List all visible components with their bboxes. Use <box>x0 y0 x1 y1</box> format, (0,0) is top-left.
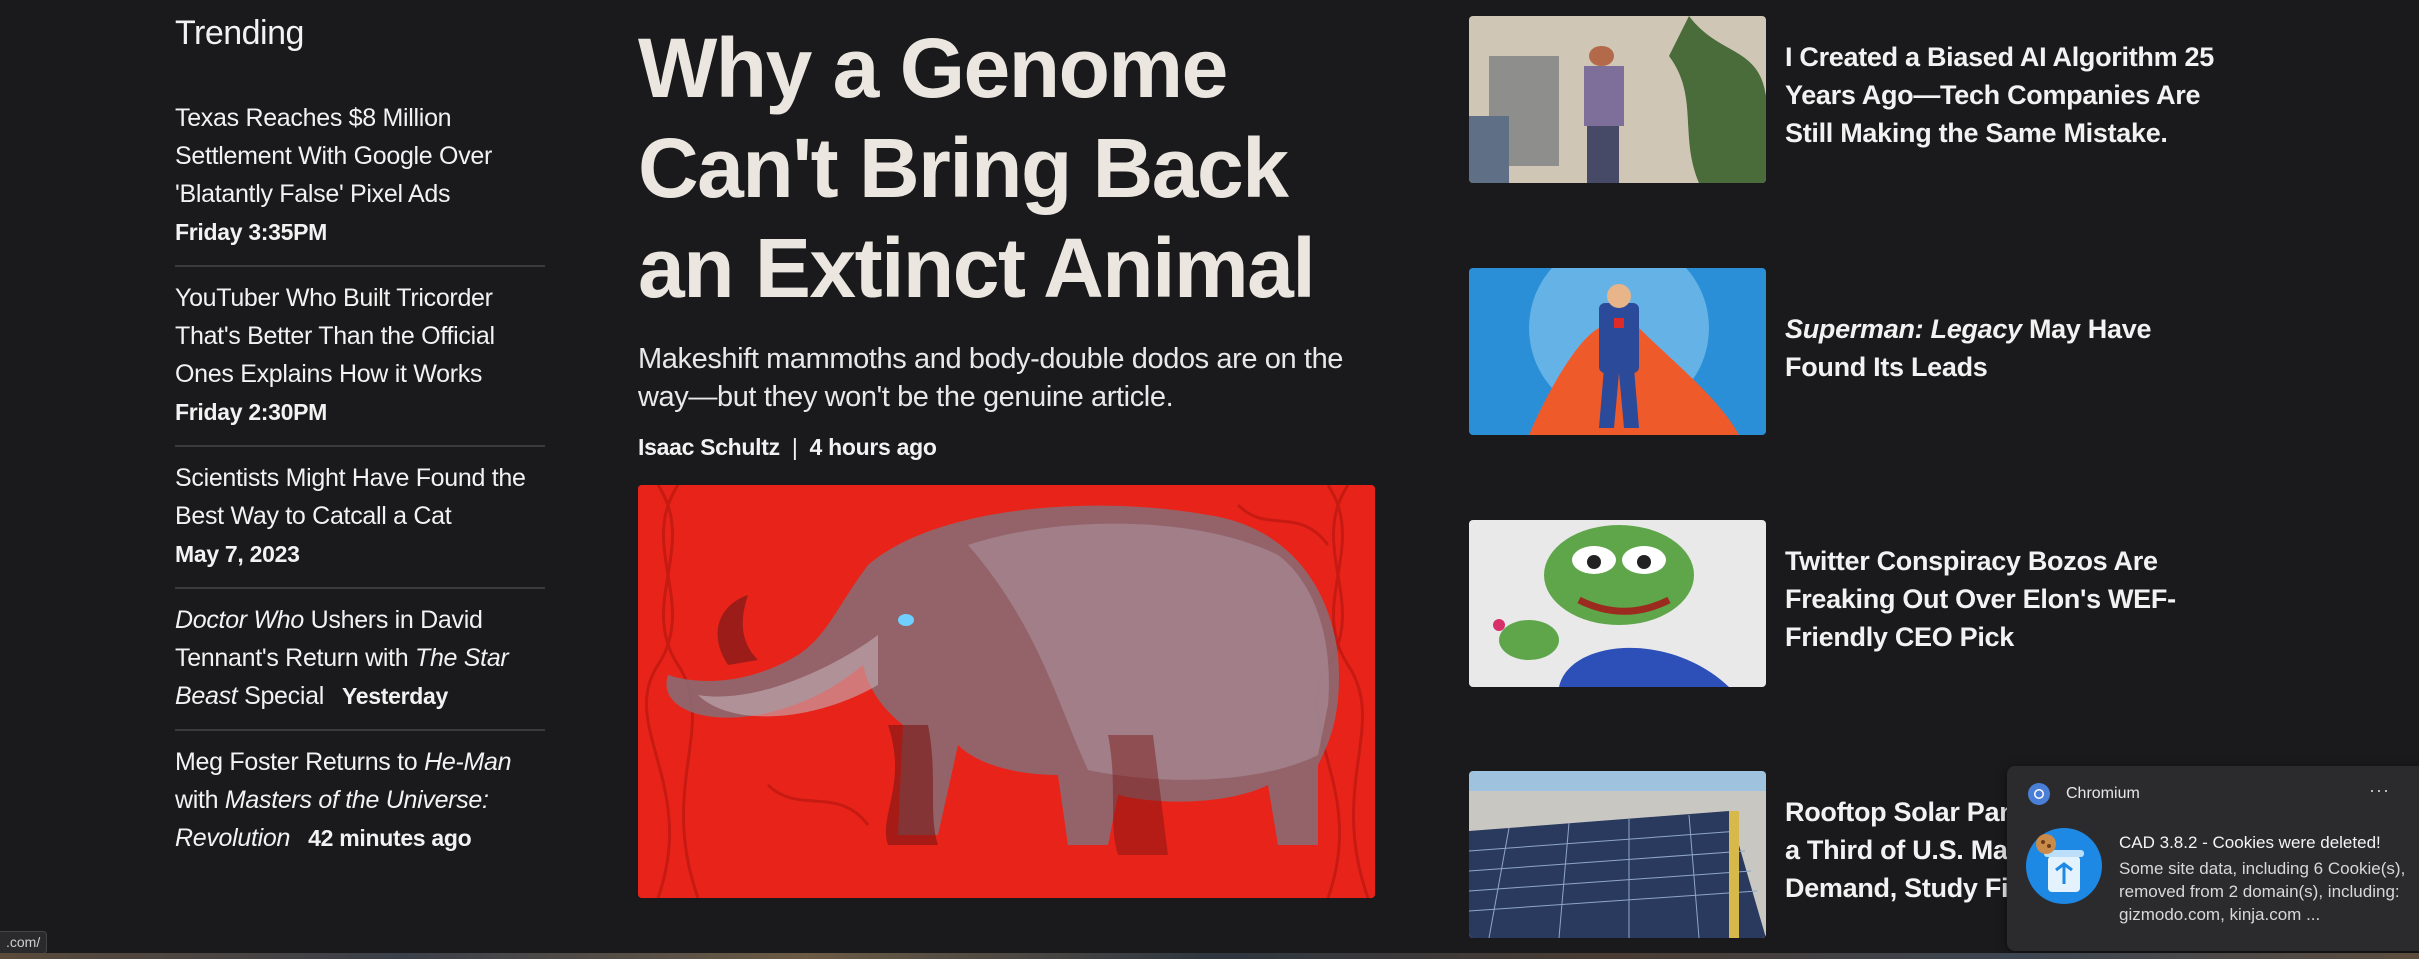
office-photo <box>1469 16 1766 183</box>
title-part: Special <box>237 682 324 710</box>
trending-item-time: Friday 3:35PM <box>175 219 328 245</box>
solar-roof-photo <box>1469 771 1766 938</box>
title-part: with <box>175 786 225 814</box>
more-options-icon[interactable]: ··· <box>2369 780 2390 801</box>
trending-item-time: 42 minutes ago <box>308 825 472 851</box>
article-byline: Isaac Schultz | 4 hours ago <box>638 434 1378 461</box>
notification-body: Some site data, including 6 Cookie(s), r… <box>2119 859 2406 924</box>
trending-sidebar: Trending Texas Reaches $8 Million Settle… <box>175 0 545 871</box>
recycle-bin-icon <box>2026 828 2102 904</box>
trending-item[interactable]: Doctor Who Ushers in David Tennant's Ret… <box>175 589 545 731</box>
related-article[interactable]: Superman: Legacy May Have Found Its Lead… <box>1469 268 2229 438</box>
byline-separator: | <box>791 434 798 460</box>
trending-item[interactable]: Meg Foster Returns to He-Man with Master… <box>175 731 545 871</box>
notification-app-name: Chromium <box>2066 785 2140 802</box>
featured-article: Why a Genome Can't Bring Back an Extinct… <box>638 0 1378 898</box>
related-article[interactable]: Twitter Conspiracy Bozos Are Freaking Ou… <box>1469 520 2229 690</box>
chromium-icon <box>2028 783 2050 805</box>
notification-toast[interactable]: Chromium ··· CAD 3.8.2 - Cookies were de… <box>2007 766 2419 951</box>
author-link[interactable]: Isaac Schultz <box>638 434 780 460</box>
trending-item-time: May 7, 2023 <box>175 541 300 567</box>
trending-item[interactable]: Scientists Might Have Found the Best Way… <box>175 447 545 589</box>
trending-item-title[interactable]: Scientists Might Have Found the Best Way… <box>175 464 526 530</box>
thumbnail-superman[interactable] <box>1469 268 1766 435</box>
thumbnail-solar-panels[interactable] <box>1469 771 1766 938</box>
title-italic-part: Superman: Legacy <box>1785 314 2022 344</box>
thumbnail-office-person[interactable] <box>1469 16 1766 183</box>
trending-item-title[interactable]: Texas Reaches $8 Million Settlement With… <box>175 104 492 208</box>
article-dek: Makeshift mammoths and body-double dodos… <box>638 343 1344 413</box>
trending-item-time: Friday 2:30PM <box>175 399 328 425</box>
frog-cartoon <box>1469 520 1766 687</box>
article-time: 4 hours ago <box>809 434 937 460</box>
trending-heading: Trending <box>175 14 304 52</box>
mammoth-illustration <box>638 485 1375 898</box>
trending-item[interactable]: Texas Reaches $8 Million Settlement With… <box>175 87 545 267</box>
title-italic-part: Doctor Who <box>175 606 304 634</box>
related-article-title[interactable]: I Created a Biased AI Algorithm 25 Years… <box>1785 38 2225 152</box>
superman-comic-art <box>1469 268 1766 435</box>
related-article-title[interactable]: Twitter Conspiracy Bozos Are Freaking Ou… <box>1785 542 2225 656</box>
trending-item[interactable]: YouTuber Who Built Tricorder That's Bett… <box>175 267 545 447</box>
title-italic-part: He-Man <box>424 748 512 776</box>
notification-title: CAD 3.8.2 - Cookies were deleted! <box>2119 833 2381 852</box>
trending-item-title[interactable]: YouTuber Who Built Tricorder That's Bett… <box>175 284 495 388</box>
article-headline[interactable]: Why a Genome Can't Bring Back an Extinct… <box>638 18 1378 318</box>
hero-image-mammoth[interactable] <box>638 485 1375 898</box>
status-bar-url: .com/ <box>0 931 48 954</box>
related-article[interactable]: I Created a Biased AI Algorithm 25 Years… <box>1469 16 2229 186</box>
thumbnail-pepe-frog[interactable] <box>1469 520 1766 687</box>
bottom-image-strip <box>0 953 2419 959</box>
trending-item-time: Yesterday <box>341 683 448 709</box>
related-article-title[interactable]: Superman: Legacy May Have Found Its Lead… <box>1785 310 2225 386</box>
title-part: Meg Foster Returns to <box>175 748 425 776</box>
